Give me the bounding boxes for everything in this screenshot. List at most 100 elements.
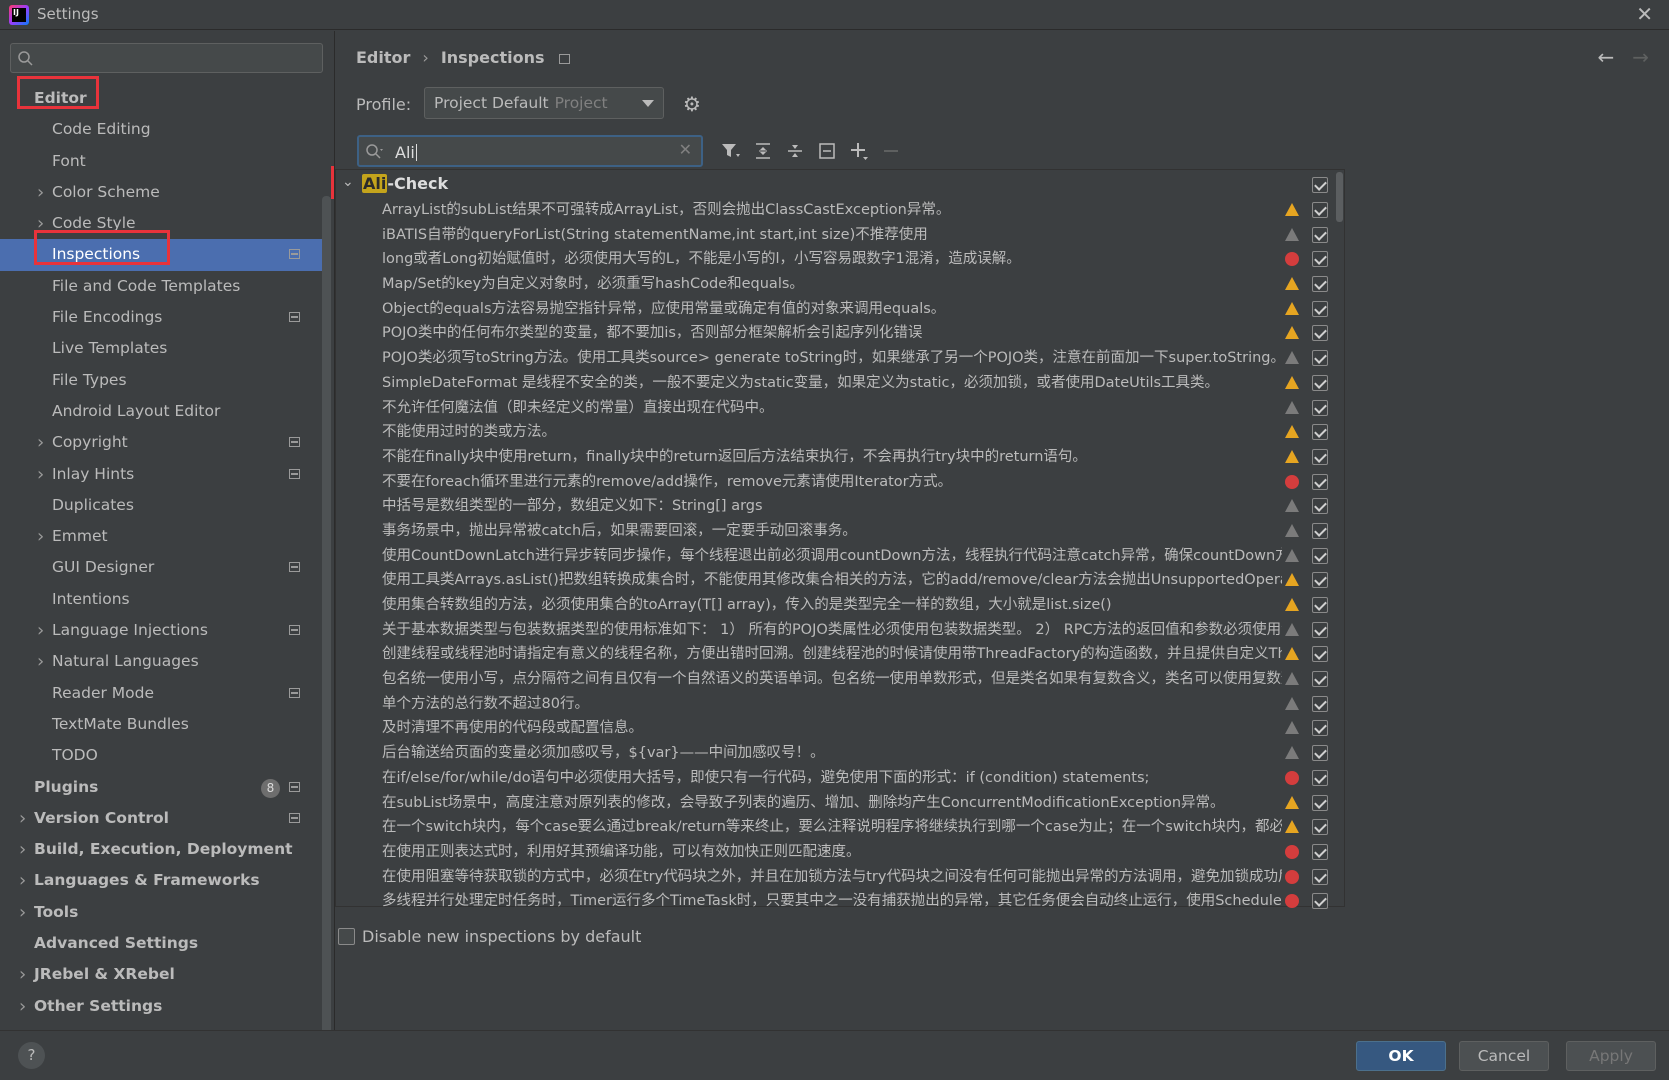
inspection-checkbox[interactable] (1312, 547, 1328, 564)
inspection-checkbox[interactable] (1312, 893, 1328, 910)
disable-new-inspections-checkbox[interactable]: Disable new inspections by default (338, 927, 641, 946)
close-icon[interactable]: ✕ (1636, 2, 1653, 26)
inspection-row[interactable]: 使用工具类Arrays.asList()把数组转换成集合时，不能使用其修改集合相… (336, 568, 1344, 593)
chevron-right-icon[interactable]: › (19, 803, 26, 834)
sidebar-item[interactable]: › Build, Execution, Deployment (0, 834, 322, 865)
apply-button[interactable]: Apply (1566, 1041, 1656, 1071)
inspection-row[interactable]: 不允许任何魔法值（即未经定义的常量）直接出现在代码中。 (336, 396, 1344, 421)
inspection-checkbox[interactable] (1312, 646, 1328, 663)
inspection-row[interactable]: 在使用正则表达式时，利用好其预编译功能，可以有效加快正则匹配速度。 (336, 840, 1344, 865)
sidebar-item[interactable]: › Tools (0, 897, 322, 928)
inspection-row[interactable]: ArrayList的subList结果不可强转成ArrayList，否则会抛出C… (336, 198, 1344, 223)
sidebar-item[interactable]: Duplicates (0, 490, 322, 521)
inspection-checkbox[interactable] (1312, 498, 1328, 515)
inspection-row[interactable]: 事务场景中，抛出异常被catch后，如果需要回滚，一定要手动回滚事务。 (336, 519, 1344, 544)
inspection-checkbox[interactable] (1312, 473, 1328, 490)
sidebar-item[interactable]: File Encodings (0, 302, 322, 333)
sidebar-item[interactable]: › Other Settings (0, 991, 322, 1022)
sidebar-item[interactable]: File Types (0, 365, 322, 396)
inspection-checkbox[interactable] (1312, 448, 1328, 465)
sidebar-item[interactable]: Reader Mode (0, 678, 322, 709)
list-scrollbar[interactable] (1336, 172, 1343, 222)
sidebar-item[interactable]: Intentions (0, 584, 322, 615)
inspection-row[interactable]: POJO类必须写toString方法。使用工具类source> generate… (336, 346, 1344, 371)
inspection-row[interactable]: 多线程并行处理定时任务时，Timer运行多个TimeTask时，只要其中之一没有… (336, 889, 1344, 914)
group-checkbox[interactable] (1312, 177, 1328, 193)
filter-icon[interactable] (715, 135, 747, 167)
inspection-checkbox[interactable] (1312, 671, 1328, 688)
inspection-checkbox[interactable] (1312, 819, 1328, 836)
chevron-right-icon[interactable]: › (19, 897, 26, 928)
chevron-right-icon[interactable]: › (37, 459, 44, 490)
inspection-row[interactable]: long或者Long初始赋值时，必须使用大写的L，不能是小写的l，小写容易跟数字… (336, 247, 1344, 272)
sidebar-item[interactable]: Plugins 8 (0, 772, 322, 803)
inspection-checkbox[interactable] (1312, 424, 1328, 441)
inspection-checkbox[interactable] (1312, 276, 1328, 293)
checkbox-box[interactable] (338, 928, 355, 945)
inspection-row[interactable]: Map/Set的key为自定义对象时，必须重写hashCode和equals。 (336, 272, 1344, 297)
inspection-row[interactable]: 不能在finally块中使用return，finally块中的return返回后… (336, 445, 1344, 470)
inspection-checkbox[interactable] (1312, 794, 1328, 811)
inspection-row[interactable]: 关于基本数据类型与包装数据类型的使用标准如下： 1） 所有的POJO类属性必须使… (336, 618, 1344, 643)
expand-all-icon[interactable] (747, 135, 779, 167)
inspection-checkbox[interactable] (1312, 226, 1328, 243)
inspection-checkbox[interactable] (1312, 695, 1328, 712)
breadcrumb-editor[interactable]: Editor (356, 48, 410, 67)
inspection-row[interactable]: 创建线程或线程池时请指定有意义的线程名称，方便出错时回溯。创建线程池的时候请使用… (336, 642, 1344, 667)
chevron-down-icon[interactable]: ⌄ (342, 174, 354, 190)
cancel-button[interactable]: Cancel (1459, 1041, 1549, 1071)
inspection-checkbox[interactable] (1312, 399, 1328, 416)
profile-dropdown[interactable]: Project Default Project (424, 87, 664, 119)
inspection-checkbox[interactable] (1312, 745, 1328, 762)
sidebar-item[interactable]: › Code Style (0, 208, 322, 239)
inspection-row[interactable]: 使用CountDownLatch进行异步转同步操作，每个线程退出前必须调用cou… (336, 544, 1344, 569)
sidebar-item[interactable]: Live Templates (0, 333, 322, 364)
reset-icon[interactable] (811, 135, 843, 167)
sidebar-item[interactable]: › Inlay Hints (0, 459, 322, 490)
inspection-row[interactable]: 使用集合转数组的方法，必须使用集合的toArray(T[] array)，传入的… (336, 593, 1344, 618)
sidebar-item[interactable]: › Languages & Frameworks (0, 865, 322, 896)
inspection-row[interactable]: POJO类中的任何布尔类型的变量，都不要加is，否则部分框架解析会引起序列化错误 (336, 321, 1344, 346)
inspection-row[interactable]: 不要在foreach循环里进行元素的remove/add操作，remove元素请… (336, 470, 1344, 495)
sidebar-item[interactable]: › Language Injections (0, 615, 322, 646)
sidebar-item[interactable]: Inspections (0, 239, 322, 271)
chevron-right-icon[interactable]: › (37, 208, 44, 239)
inspection-row[interactable]: 单个方法的总行数不超过80行。 (336, 692, 1344, 717)
sidebar-item[interactable]: › JRebel & XRebel (0, 959, 322, 990)
inspection-checkbox[interactable] (1312, 720, 1328, 737)
sidebar-item[interactable]: › Color Scheme (0, 177, 322, 208)
chevron-right-icon[interactable]: › (37, 177, 44, 208)
chevron-right-icon[interactable]: › (19, 959, 26, 990)
chevron-right-icon[interactable]: › (37, 521, 44, 552)
chevron-right-icon[interactable]: › (37, 646, 44, 677)
inspection-row[interactable]: 不能使用过时的类或方法。 (336, 420, 1344, 445)
sidebar-item[interactable]: Editor (0, 83, 322, 114)
clear-search-icon[interactable]: ✕ (679, 140, 692, 159)
gear-icon[interactable]: ⚙ (683, 92, 701, 116)
sidebar-item[interactable]: GUI Designer (0, 552, 322, 583)
inspection-row[interactable]: 在一个switch块内，每个case要么通过break/return等来终止，要… (336, 815, 1344, 840)
add-icon[interactable] (843, 135, 875, 167)
inspection-search-input[interactable]: Ali ✕ (357, 135, 703, 167)
inspection-row[interactable]: 中括号是数组类型的一部分，数组定义如下：String[] args (336, 494, 1344, 519)
sidebar-scrollbar[interactable] (322, 196, 331, 1051)
chevron-right-icon[interactable]: › (37, 427, 44, 458)
chevron-right-icon[interactable]: › (19, 834, 26, 865)
settings-search-input[interactable] (10, 43, 323, 73)
inspection-checkbox[interactable] (1312, 843, 1328, 860)
chevron-right-icon[interactable]: › (37, 615, 44, 646)
sidebar-item[interactable]: › Emmet (0, 521, 322, 552)
group-row-ali-check[interactable]: ⌄ Ali-Check (336, 173, 1344, 198)
help-button[interactable]: ? (18, 1042, 45, 1069)
inspection-checkbox[interactable] (1312, 300, 1328, 317)
inspection-checkbox[interactable] (1312, 350, 1328, 367)
inspection-checkbox[interactable] (1312, 202, 1328, 218)
sidebar-item[interactable]: › Natural Languages (0, 646, 322, 677)
inspection-checkbox[interactable] (1312, 769, 1328, 786)
chevron-right-icon[interactable]: › (19, 865, 26, 896)
inspection-row[interactable]: iBATIS自带的queryForList(String statementNa… (336, 223, 1344, 248)
sidebar-item[interactable]: Advanced Settings (0, 928, 322, 959)
sidebar-item[interactable]: Code Editing (0, 114, 322, 145)
sidebar-item[interactable]: Android Layout Editor (0, 396, 322, 427)
sidebar-item[interactable]: › Version Control (0, 803, 322, 834)
